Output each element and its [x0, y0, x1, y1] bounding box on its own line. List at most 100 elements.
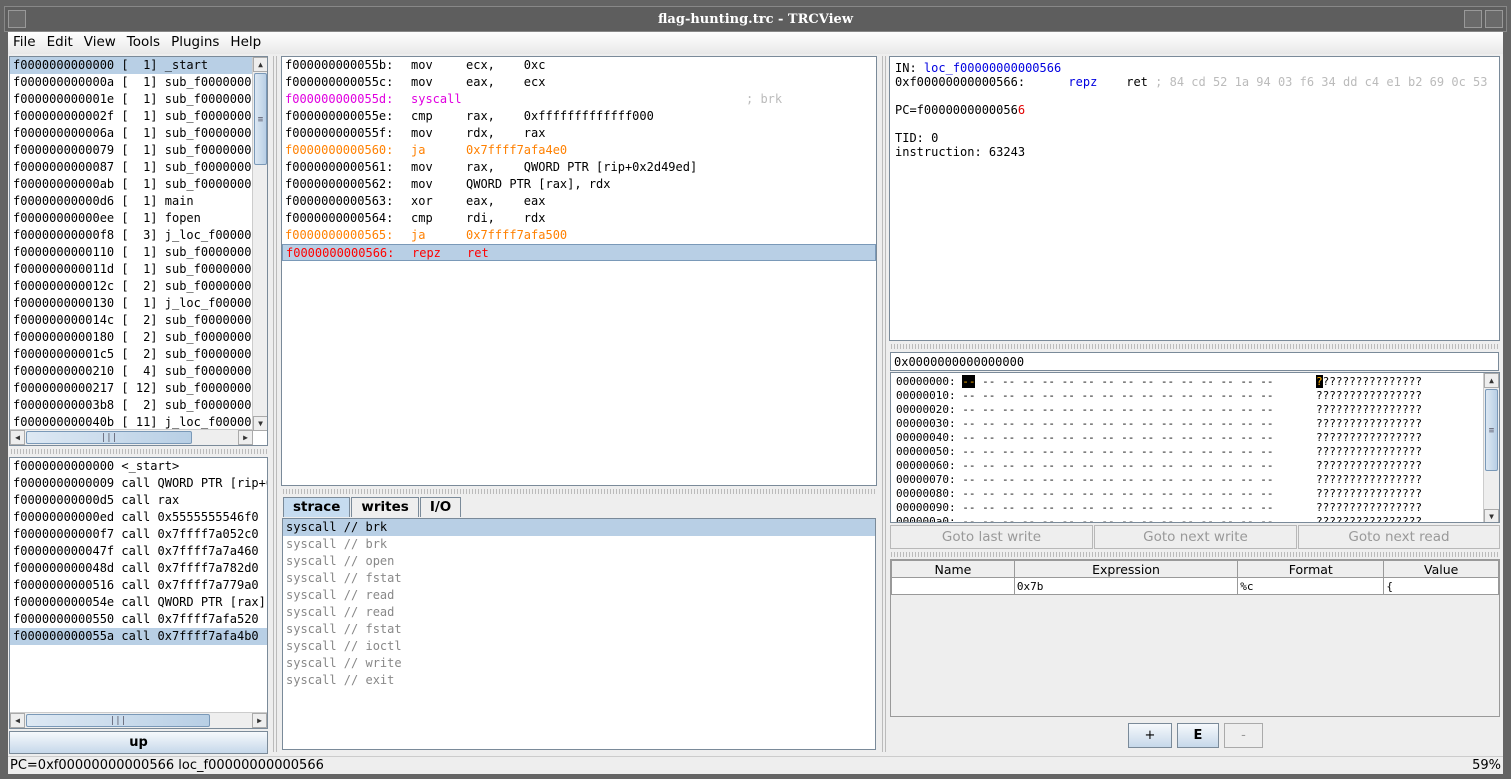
menu-view[interactable]: View	[79, 32, 122, 50]
call-stack-row[interactable]: f000000000055a call 0x7ffff7afa4b0	[10, 628, 267, 645]
left-splitter[interactable]	[9, 449, 268, 454]
scroll-thumb[interactable]: ≡	[1485, 389, 1498, 471]
disasm-row[interactable]: f000000000055b: mov ecx, 0xc	[282, 57, 876, 74]
call-stack-row[interactable]: f0000000000516 call 0x7ffff7a779a0	[10, 577, 267, 594]
scroll-thumb[interactable]: |||	[26, 431, 192, 444]
scroll-thumb[interactable]: ≡	[254, 73, 267, 165]
menu-plugins[interactable]: Plugins	[166, 32, 225, 50]
scroll-right-icon[interactable]: ▶	[252, 713, 267, 728]
strace-row[interactable]: syscall // read	[283, 604, 875, 621]
function-list-hscroll[interactable]: ◀ ||| ▶	[10, 429, 253, 445]
disasm-row[interactable]: f000000000055e: cmp rax, 0xfffffffffffff00…	[282, 108, 876, 125]
call-stack-row[interactable]: f0000000000550 call 0x7ffff7afa520	[10, 611, 267, 628]
disasm-row[interactable]: f000000000055f: mov rdx, rax	[282, 125, 876, 142]
scroll-up-icon[interactable]: ▲	[1484, 373, 1499, 388]
watch-cell[interactable]: 0x7b	[1013, 577, 1239, 595]
goto-last-write-button[interactable]: Goto last write	[890, 525, 1093, 549]
call-stack-row[interactable]: f000000000047f call 0x7ffff7a7a460	[10, 543, 267, 560]
watch-header-value[interactable]: Value	[1383, 560, 1499, 578]
call-stack-row[interactable]: f0000000000009 call QWORD PTR [rip+0	[10, 475, 267, 492]
function-row[interactable]: f000000000011d [ 1] sub_f0000000	[10, 261, 253, 278]
function-row[interactable]: f000000000014c [ 2] sub_f0000000	[10, 312, 253, 329]
call-stack-row[interactable]: f00000000000ed call 0x5555555546f0	[10, 509, 267, 526]
function-row[interactable]: f00000000000d6 [ 1] main	[10, 193, 253, 210]
watch-header-expression[interactable]: Expression	[1013, 560, 1239, 578]
function-row[interactable]: f0000000000087 [ 1] sub_f0000000	[10, 159, 253, 176]
watch-header-name[interactable]: Name	[891, 560, 1015, 578]
minimize-button[interactable]	[1464, 10, 1482, 28]
function-list-vscroll[interactable]: ▲ ≡ ▼	[252, 57, 267, 431]
strace-row[interactable]: syscall // brk	[283, 536, 875, 553]
strace-row[interactable]: syscall // exit	[283, 672, 875, 689]
middle-splitter[interactable]	[281, 489, 877, 494]
disasm-row[interactable]: f000000000055d: syscall ; brk	[282, 91, 876, 108]
disassembly-view[interactable]: f000000000055b: mov ecx, 0xc f000000000055c…	[281, 56, 877, 486]
function-row[interactable]: f00000000000ee [ 1] fopen	[10, 210, 253, 227]
call-stack-row[interactable]: f0000000000000 <_start>	[10, 458, 267, 475]
hex-vscroll[interactable]: ▲ ≡ ▼	[1483, 373, 1499, 522]
scroll-thumb[interactable]: |||	[26, 714, 210, 727]
watch-row[interactable]: 0x7b %c{	[891, 577, 1499, 595]
strace-list[interactable]: syscall // brk syscall // brk syscall // o…	[282, 518, 876, 750]
call-stack-row[interactable]: f00000000000f7 call 0x7ffff7a052c0	[10, 526, 267, 543]
up-button[interactable]: up	[9, 731, 268, 754]
disasm-row[interactable]: f0000000000560: ja 0x7ffff7afa4e0	[282, 142, 876, 159]
function-row[interactable]: f000000000012c [ 2] sub_f0000000	[10, 278, 253, 295]
watch-cell[interactable]: {	[1383, 577, 1499, 595]
function-row[interactable]: f0000000000217 [ 12] sub_f0000000	[10, 380, 253, 397]
disasm-row[interactable]: f0000000000562: mov QWORD PTR [rax], rdx	[282, 176, 876, 193]
hex-cursor-byte[interactable]: --	[962, 375, 976, 388]
call-stack-hscroll[interactable]: ◀ ||| ▶	[10, 712, 267, 728]
function-row[interactable]: f0000000000180 [ 2] sub_f0000000	[10, 329, 253, 346]
disasm-row[interactable]: f000000000055c: mov eax, ecx	[282, 74, 876, 91]
function-row[interactable]: f00000000000f8 [ 3] j_loc_f000000	[10, 227, 259, 244]
function-list[interactable]: f0000000000000 [ 1] _start f000000000000a…	[9, 56, 268, 446]
menu-help[interactable]: Help	[225, 32, 267, 50]
watch-splitter[interactable]	[889, 552, 1500, 557]
call-stack-row[interactable]: f000000000048d call 0x7ffff7a782d0	[10, 560, 267, 577]
add-watch-button[interactable]: +	[1128, 723, 1172, 748]
function-row[interactable]: f000000000001e [ 1] sub_f0000000	[10, 91, 253, 108]
menu-file[interactable]: File	[8, 32, 42, 50]
scroll-down-icon[interactable]: ▼	[253, 416, 267, 431]
watch-cell[interactable]	[891, 577, 1015, 595]
scroll-up-icon[interactable]: ▲	[253, 57, 267, 72]
disasm-row[interactable]: f0000000000564: cmp rdi, rdx	[282, 210, 876, 227]
function-row[interactable]: f0000000000079 [ 1] sub_f0000000	[10, 142, 253, 159]
scroll-down-icon[interactable]: ▼	[1484, 509, 1499, 522]
disasm-row[interactable]: f0000000000566: repz ret	[282, 244, 876, 261]
strace-row[interactable]: syscall // brk	[283, 519, 875, 536]
function-row[interactable]: f00000000003b8 [ 2] sub_f0000000	[10, 397, 253, 414]
disasm-row[interactable]: f0000000000561: mov rax, QWORD PTR [rip+0x…	[282, 159, 876, 176]
ascii-cursor[interactable]: ?	[1316, 375, 1323, 388]
strace-row[interactable]: syscall // fstat	[283, 570, 875, 587]
scroll-left-icon[interactable]: ◀	[10, 713, 25, 728]
strace-row[interactable]: syscall // fstat	[283, 621, 875, 638]
hex-view[interactable]: 00000000: -- -- -- -- -- -- -- -- -- -- …	[890, 372, 1500, 523]
menu-edit[interactable]: Edit	[42, 32, 79, 50]
maximize-button[interactable]	[1485, 10, 1503, 28]
function-row[interactable]: f000000000000a [ 1] sub_f0000000	[10, 74, 253, 91]
strace-row[interactable]: syscall // write	[283, 655, 875, 672]
call-stack-list[interactable]: f0000000000000 <_start> f0000000000009 ca…	[9, 457, 268, 729]
function-row[interactable]: f000000000002f [ 1] sub_f0000000	[10, 108, 253, 125]
strace-row[interactable]: syscall // ioctl	[283, 638, 875, 655]
vertical-splitter[interactable]	[271, 56, 277, 752]
strace-row[interactable]: syscall // open	[283, 553, 875, 570]
call-stack-row[interactable]: f00000000000d5 call rax	[10, 492, 267, 509]
goto-next-write-button[interactable]: Goto next write	[1094, 525, 1297, 549]
edit-watch-button[interactable]: E	[1177, 723, 1219, 748]
function-row[interactable]: f0000000000110 [ 1] sub_f0000000	[10, 244, 253, 261]
function-row[interactable]: f00000000001c5 [ 2] sub_f0000000	[10, 346, 253, 363]
goto-next-read-button[interactable]: Goto next read	[1298, 525, 1500, 549]
tab-io[interactable]: I/O	[419, 497, 462, 517]
strace-row[interactable]: syscall // read	[283, 587, 875, 604]
tab-strace[interactable]: strace	[283, 497, 351, 517]
function-row[interactable]: f000000000006a [ 1] sub_f0000000	[10, 125, 253, 142]
watch-header-format[interactable]: Format	[1237, 560, 1385, 578]
watch-cell[interactable]: %c	[1237, 577, 1385, 595]
function-link[interactable]: loc_f00000000000566	[924, 61, 1061, 75]
memory-address-input[interactable]	[890, 352, 1499, 371]
right-splitter[interactable]	[889, 344, 1500, 349]
menu-tools[interactable]: Tools	[122, 32, 166, 50]
